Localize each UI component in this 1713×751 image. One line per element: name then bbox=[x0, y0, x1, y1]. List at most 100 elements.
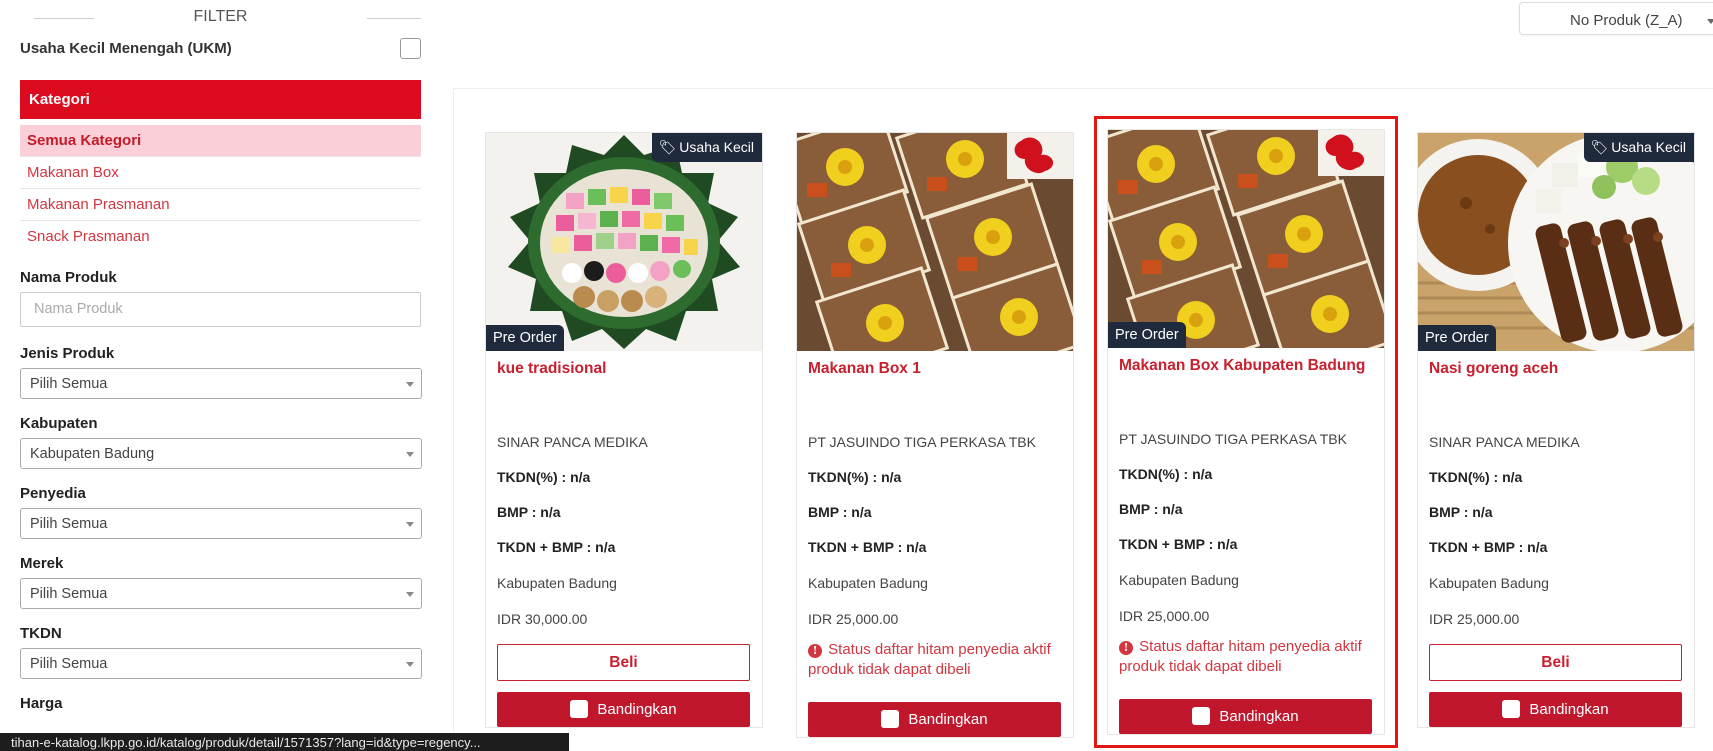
product-bmp: BMP : n/a bbox=[1119, 501, 1183, 517]
makanan-box-image bbox=[797, 133, 1073, 351]
merek-select[interactable]: Pilih Semua bbox=[20, 578, 422, 609]
product-price: IDR 25,000.00 bbox=[1429, 611, 1520, 627]
ukm-filter-row: Usaha Kecil Menengah (UKM) bbox=[20, 36, 421, 68]
kue-tradisional-image bbox=[486, 133, 762, 351]
compare-label: Bandingkan bbox=[908, 711, 988, 728]
product-image[interactable]: 🏷 Usaha Kecil Pre Order bbox=[1418, 133, 1694, 351]
compare-checkbox[interactable] bbox=[1502, 700, 1521, 718]
product-card[interactable]: 🏷 Usaha Kecil Pre Order Nasi goreng aceh … bbox=[1417, 132, 1695, 728]
filter-sidebar: FILTER Usaha Kecil Menengah (UKM) Katego… bbox=[20, 0, 422, 718]
kabupaten-select[interactable]: Kabupaten Badung bbox=[20, 438, 422, 469]
beli-button[interactable]: Beli bbox=[497, 644, 750, 681]
product-tkdn: TKDN(%) : n/a bbox=[1429, 469, 1523, 485]
harga-label: Harga bbox=[20, 695, 63, 712]
tkdn-select[interactable]: Pilih Semua bbox=[20, 648, 422, 679]
ukm-label: Usaha Kecil Menengah (UKM) bbox=[20, 40, 232, 57]
product-name[interactable]: Nasi goreng aceh bbox=[1429, 360, 1683, 434]
kategori-item-snack-prasmanan[interactable]: Snack Prasmanan bbox=[20, 221, 421, 253]
product-region: Kabupaten Badung bbox=[1429, 575, 1549, 591]
product-price: IDR 30,000.00 bbox=[497, 611, 588, 627]
ukm-checkbox[interactable] bbox=[400, 38, 421, 59]
badge-text: Usaha Kecil bbox=[679, 139, 754, 155]
product-price: IDR 25,000.00 bbox=[1119, 608, 1210, 624]
compare-checkbox[interactable] bbox=[1192, 707, 1211, 725]
product-card[interactable]: 🏷 Usaha Kecil Pre Order kue tradisional S… bbox=[485, 132, 763, 728]
product-bmp: BMP : n/a bbox=[1429, 504, 1493, 520]
product-tkdn-bmp: TKDN + BMP : n/a bbox=[497, 539, 616, 555]
tag-icon: 🏷 bbox=[1590, 139, 1609, 155]
product-vendor: PT JASUINDO TIGA PERKASA TBK bbox=[808, 434, 1036, 450]
divider bbox=[367, 18, 421, 19]
bandingkan-button[interactable]: Bandingkan bbox=[497, 692, 750, 727]
info-icon: ! bbox=[1119, 641, 1133, 655]
usaha-kecil-badge: 🏷 Usaha Kecil bbox=[651, 133, 762, 162]
tag-icon: 🏷 bbox=[658, 139, 677, 155]
bandingkan-button[interactable]: Bandingkan bbox=[808, 702, 1061, 737]
product-vendor: SINAR PANCA MEDIKA bbox=[497, 434, 648, 450]
filter-header: FILTER bbox=[20, 0, 421, 36]
sort-select[interactable]: No Produk (Z_A) bbox=[1519, 2, 1713, 35]
product-tkdn-bmp: TKDN + BMP : n/a bbox=[1429, 539, 1548, 555]
select-value: Pilih Semua bbox=[30, 516, 108, 532]
chevron-down-icon bbox=[406, 662, 414, 667]
kabupaten-label: Kabupaten bbox=[20, 415, 98, 432]
kategori-item-makanan-prasmanan[interactable]: Makanan Prasmanan bbox=[20, 189, 421, 221]
badge-text: Usaha Kecil bbox=[1611, 139, 1686, 155]
merek-label: Merek bbox=[20, 555, 64, 572]
chevron-down-icon bbox=[406, 592, 414, 597]
select-value: Kabupaten Badung bbox=[30, 446, 155, 462]
link-status-bar: tihan-e-katalog.lkpp.go.id/katalog/produ… bbox=[0, 733, 569, 751]
product-image[interactable] bbox=[797, 133, 1073, 351]
filter-title: FILTER bbox=[193, 8, 248, 25]
product-name[interactable]: Makanan Box Kabupaten Badung bbox=[1119, 357, 1373, 431]
penyedia-select[interactable]: Pilih Semua bbox=[20, 508, 422, 539]
product-tkdn-bmp: TKDN + BMP : n/a bbox=[808, 539, 927, 555]
beli-button[interactable]: Beli bbox=[1429, 644, 1682, 681]
product-vendor: PT JASUINDO TIGA PERKASA TBK bbox=[1119, 431, 1347, 447]
product-tkdn-bmp: TKDN + BMP : n/a bbox=[1119, 536, 1238, 552]
bandingkan-button[interactable]: Bandingkan bbox=[1119, 699, 1372, 734]
product-name[interactable]: kue tradisional bbox=[497, 360, 751, 434]
kategori-header: Kategori bbox=[20, 80, 421, 119]
pre-order-badge: Pre Order bbox=[486, 325, 564, 351]
product-name[interactable]: Makanan Box 1 bbox=[808, 360, 1062, 434]
select-value: Pilih Semua bbox=[30, 656, 108, 672]
select-value: Pilih Semua bbox=[30, 376, 108, 392]
blacklist-warning: ! Status daftar hitam penyedia aktif pro… bbox=[1119, 637, 1373, 677]
select-value: Pilih Semua bbox=[30, 586, 108, 602]
product-image[interactable]: 🏷 Usaha Kecil Pre Order bbox=[486, 133, 762, 351]
product-image[interactable]: Pre Order bbox=[1108, 130, 1384, 348]
product-region: Kabupaten Badung bbox=[808, 575, 928, 591]
kategori-item-semua[interactable]: Semua Kategori bbox=[20, 125, 421, 157]
bandingkan-button[interactable]: Bandingkan bbox=[1429, 692, 1682, 727]
compare-label: Bandingkan bbox=[1219, 708, 1299, 725]
product-vendor: SINAR PANCA MEDIKA bbox=[1429, 434, 1580, 450]
sate-image bbox=[1418, 133, 1694, 351]
nama-produk-label: Nama Produk bbox=[20, 269, 117, 286]
warning-text: Status daftar hitam penyedia aktif produ… bbox=[1119, 638, 1362, 675]
nama-produk-input[interactable]: Nama Produk bbox=[20, 292, 421, 327]
makanan-box-image bbox=[1108, 130, 1384, 348]
jenis-produk-label: Jenis Produk bbox=[20, 345, 115, 362]
pre-order-badge: Pre Order bbox=[1108, 322, 1186, 348]
product-card-selected[interactable]: Pre Order Makanan Box Kabupaten Badung P… bbox=[1094, 116, 1398, 748]
kategori-item-makanan-box[interactable]: Makanan Box bbox=[20, 157, 421, 189]
compare-label: Bandingkan bbox=[597, 701, 677, 718]
product-card[interactable]: Makanan Box 1 PT JASUINDO TIGA PERKASA T… bbox=[796, 132, 1074, 738]
product-tkdn: TKDN(%) : n/a bbox=[1119, 466, 1213, 482]
product-region: Kabupaten Badung bbox=[497, 575, 617, 591]
chevron-down-icon bbox=[406, 382, 414, 387]
jenis-produk-select[interactable]: Pilih Semua bbox=[20, 368, 422, 399]
product-price: IDR 25,000.00 bbox=[808, 611, 899, 627]
compare-checkbox[interactable] bbox=[570, 700, 589, 718]
penyedia-label: Penyedia bbox=[20, 485, 86, 502]
info-icon: ! bbox=[808, 644, 822, 658]
compare-label: Bandingkan bbox=[1529, 701, 1609, 718]
product-region: Kabupaten Badung bbox=[1119, 572, 1239, 588]
product-tkdn: TKDN(%) : n/a bbox=[497, 469, 591, 485]
pre-order-badge: Pre Order bbox=[1418, 325, 1496, 351]
chevron-down-icon bbox=[406, 452, 414, 457]
tkdn-label: TKDN bbox=[20, 625, 62, 642]
compare-checkbox[interactable] bbox=[881, 710, 900, 728]
product-bmp: BMP : n/a bbox=[808, 504, 872, 520]
